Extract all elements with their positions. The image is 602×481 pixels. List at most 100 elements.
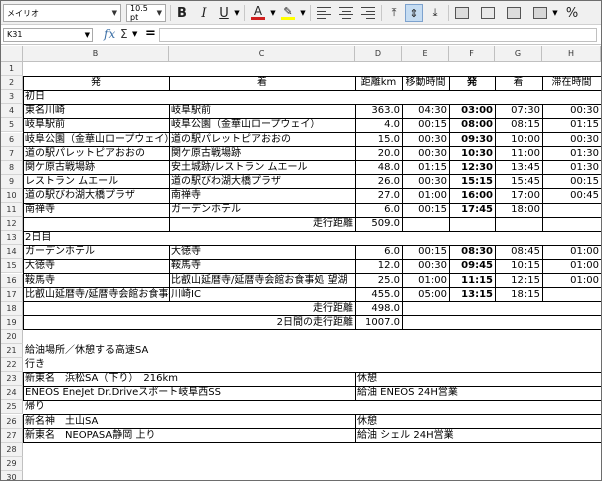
row-header-1[interactable]: 1: [1, 62, 23, 77]
row-header-21[interactable]: 21: [1, 344, 23, 359]
row-header-28[interactable]: 28: [1, 442, 23, 457]
wrap-button[interactable]: [479, 4, 497, 22]
row-header-24[interactable]: 24: [1, 386, 23, 401]
row-header-15[interactable]: 15: [1, 259, 23, 274]
row-header-22[interactable]: 22: [1, 358, 23, 373]
underline-dropdown[interactable]: ▼: [233, 4, 241, 22]
wrap-icon: [481, 7, 495, 19]
align-right-button[interactable]: [359, 4, 377, 22]
row-header-30[interactable]: 30: [1, 470, 23, 480]
trip-distance: 15.0: [377, 133, 400, 145]
row-header-19[interactable]: 19: [1, 315, 23, 330]
row-header-4[interactable]: 4: [1, 104, 23, 119]
cell-border: [22, 76, 24, 91]
trip-from: 岐阜駅前: [25, 119, 65, 131]
header-depart: 発: [467, 77, 477, 89]
cell-border: [354, 76, 356, 91]
cell-border: [23, 174, 601, 176]
row-header-9[interactable]: 9: [1, 174, 23, 189]
trip-distance: 25.0: [377, 274, 400, 286]
cell-border: [23, 371, 601, 373]
bold-button[interactable]: B: [173, 4, 191, 22]
column-header-D[interactable]: D: [355, 46, 402, 62]
chevron-down-icon[interactable]: ▼: [85, 29, 90, 41]
trip-depart: 10:30: [461, 147, 493, 159]
formula-equals-icon[interactable]: =: [145, 26, 156, 41]
cell-border: [22, 414, 24, 443]
align-top-button[interactable]: ⤒: [385, 4, 403, 22]
row-header-7[interactable]: 7: [1, 146, 23, 161]
font-size-select[interactable]: 10.5 pt ▼: [126, 4, 166, 22]
italic-button[interactable]: I: [195, 4, 213, 22]
row-header-14[interactable]: 14: [1, 245, 23, 260]
highlight-button[interactable]: ✎: [279, 4, 297, 22]
cell-border: [354, 301, 356, 330]
cell-border: [168, 104, 170, 232]
sum-icon[interactable]: Σ: [120, 27, 128, 41]
merge-button[interactable]: [453, 4, 471, 22]
format-percent-button[interactable]: %: [563, 4, 581, 22]
currency-dropdown[interactable]: ▼: [551, 4, 559, 22]
select-all-corner[interactable]: [1, 46, 23, 62]
trip-to: ガーデンホテル: [171, 204, 241, 215]
font-color-button[interactable]: A: [249, 4, 267, 22]
row-header-23[interactable]: 23: [1, 372, 23, 387]
italic-icon: I: [201, 5, 207, 21]
row-header-18[interactable]: 18: [1, 301, 23, 316]
trip-from: ガーデンホテル: [25, 246, 95, 258]
highlight-dropdown[interactable]: ▼: [299, 4, 307, 22]
trip-arrive: 18:00: [511, 204, 540, 215]
align-right-icon: [361, 7, 375, 19]
row-header-8[interactable]: 8: [1, 160, 23, 175]
trip-stay-time: 01:00: [570, 274, 599, 286]
chevron-down-icon[interactable]: ▼: [157, 9, 162, 17]
row-header-10[interactable]: 10: [1, 188, 23, 203]
day1-total-km: 509.0: [371, 218, 400, 230]
sum-dropdown-icon[interactable]: ▼: [132, 30, 137, 38]
trip-from: 南禅寺: [25, 204, 55, 215]
row-header-20[interactable]: 20: [1, 329, 23, 344]
trip-travel-time: 01:00: [418, 189, 447, 201]
trip-depart: 08:00: [461, 119, 493, 131]
column-header-F[interactable]: F: [449, 46, 495, 62]
row-header-2[interactable]: 2: [1, 76, 23, 91]
row-header-26[interactable]: 26: [1, 414, 23, 429]
chevron-down-icon[interactable]: ▼: [112, 9, 117, 17]
row-header-13[interactable]: 13: [1, 231, 23, 246]
function-wizard-icon[interactable]: fx: [104, 27, 115, 41]
column-header-C[interactable]: C: [169, 46, 355, 62]
trip-travel-time: 01:15: [418, 161, 447, 173]
row-header-5[interactable]: 5: [1, 118, 23, 133]
row-header-27[interactable]: 27: [1, 428, 23, 443]
trip-to: 道の駅パレットピアおおの: [171, 133, 291, 145]
column-header-H[interactable]: H: [542, 46, 601, 62]
align-middle-button[interactable]: ⇕: [405, 4, 423, 22]
borders-button[interactable]: [505, 4, 523, 22]
underline-button[interactable]: U: [215, 4, 233, 22]
row-header-11[interactable]: 11: [1, 203, 23, 218]
trip-from: 岐阜公園（金華山ロープウェイ）: [25, 133, 169, 145]
align-center-button[interactable]: [337, 4, 355, 22]
font-name-select[interactable]: メイリオ ▼: [3, 4, 121, 22]
row-header-3[interactable]: 3: [1, 90, 23, 105]
row-header-29[interactable]: 29: [1, 456, 23, 471]
column-header-E[interactable]: E: [402, 46, 449, 62]
font-color-dropdown[interactable]: ▼: [269, 4, 277, 22]
cell-border: [448, 245, 450, 302]
trip-to: 岐阜駅前: [171, 105, 211, 117]
row-header-17[interactable]: 17: [1, 287, 23, 302]
cell-border: [168, 76, 170, 91]
format-currency-button[interactable]: [531, 4, 549, 22]
row-header-25[interactable]: 25: [1, 400, 23, 415]
trip-stay-time: 00:45: [570, 189, 599, 201]
name-box[interactable]: K31 ▼: [3, 28, 93, 42]
align-left-button[interactable]: [315, 4, 333, 22]
align-bottom-button[interactable]: ⤓: [426, 4, 444, 22]
column-header-G[interactable]: G: [495, 46, 542, 62]
row-header-6[interactable]: 6: [1, 132, 23, 147]
cell-border: [23, 89, 601, 91]
row-header-12[interactable]: 12: [1, 217, 23, 232]
row-header-16[interactable]: 16: [1, 273, 23, 288]
column-header-B[interactable]: B: [23, 46, 169, 62]
formula-input[interactable]: [159, 28, 597, 42]
